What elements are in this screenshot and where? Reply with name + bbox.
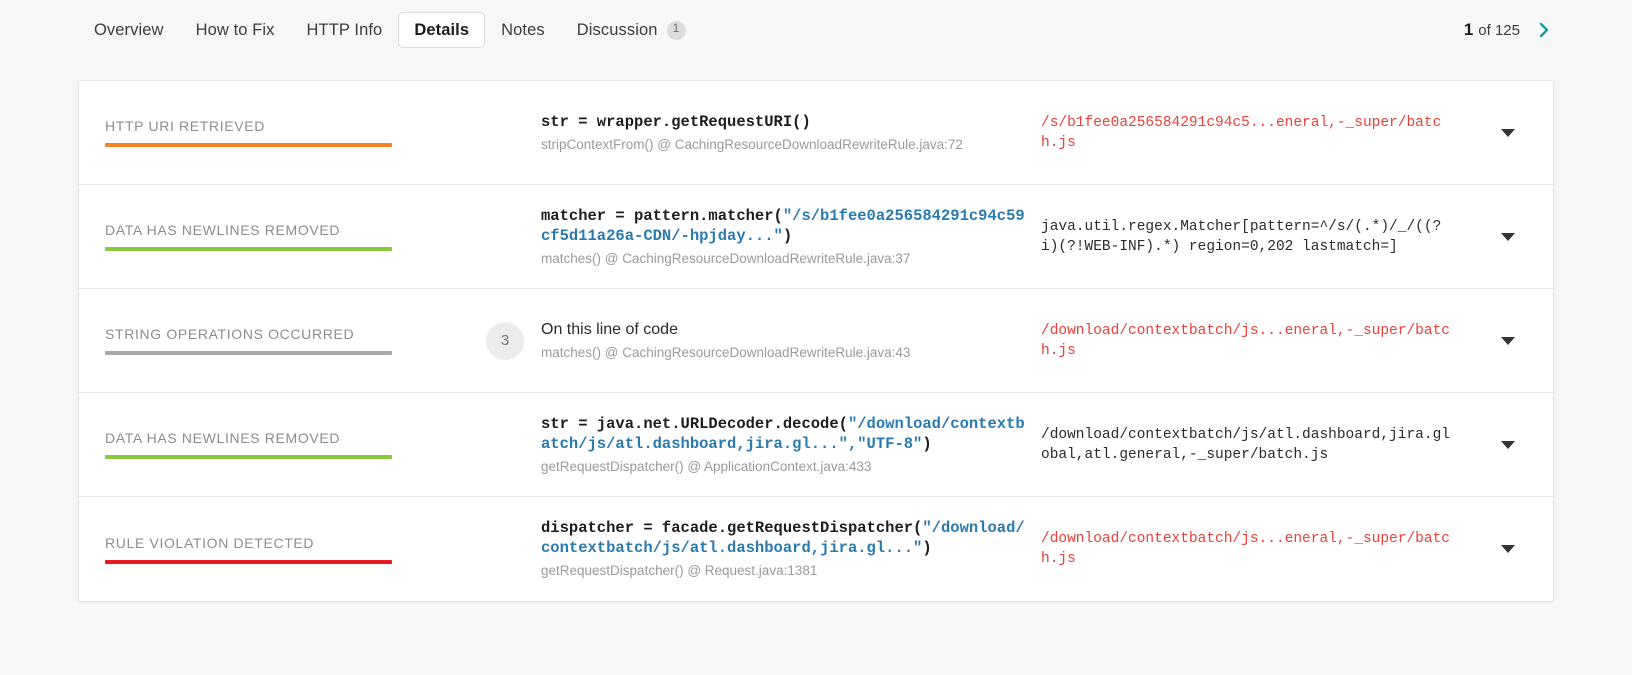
tab-label: Discussion xyxy=(576,21,658,39)
row-count-group xyxy=(469,411,541,478)
detail-row[interactable]: HTTP URI RETRIEVED str = wrapper.getReque… xyxy=(79,81,1553,185)
row-count-group: 3 xyxy=(469,307,541,374)
tab-details[interactable]: Details xyxy=(398,12,486,48)
tab-label: HTTP Info xyxy=(306,21,383,39)
detail-row[interactable]: DATA HAS NEWLINES REMOVED matcher = patte… xyxy=(79,185,1553,289)
chevron-down-icon[interactable] xyxy=(1463,411,1553,478)
row-count-badge: 3 xyxy=(486,321,524,360)
row-code-group: matcher = pattern.matcher("/s/b1fee0a256… xyxy=(541,203,1041,270)
row-code-location: matches() @ CachingResourceDownloadRewri… xyxy=(541,250,911,266)
tab-discussion[interactable]: Discussion 1 xyxy=(561,12,702,48)
row-code-line: str = java.net.URLDecoder.decode("/downl… xyxy=(541,414,1029,454)
tab-overview[interactable]: Overview xyxy=(78,12,180,48)
row-value-group: /download/contextbatch/js...eneral,-_sup… xyxy=(1041,515,1463,583)
pagination: 1 of 125 xyxy=(1464,0,1554,60)
row-code-line: matcher = pattern.matcher("/s/b1fee0a256… xyxy=(541,206,1029,246)
row-label-group: STRING OPERATIONS OCCURRED xyxy=(79,307,469,374)
detail-row[interactable]: DATA HAS NEWLINES REMOVED str = java.net.… xyxy=(79,393,1553,497)
code-suffix: ) xyxy=(782,226,793,245)
caret-glyph xyxy=(1501,128,1515,137)
row-label: STRING OPERATIONS OCCURRED xyxy=(105,326,355,342)
tab-list: Overview How to Fix HTTP Info Details Notes D… xyxy=(78,12,702,48)
tab-bar: Overview How to Fix HTTP Info Details Notes D… xyxy=(0,0,1632,60)
code-prefix: dispatcher = facade.getRequestDispatcher… xyxy=(541,519,923,537)
row-code-location: getRequestDispatcher() @ ApplicationCont… xyxy=(541,458,872,474)
tab-badge: 1 xyxy=(666,20,686,40)
row-value: /s/b1fee0a256584291c94c5...eneral,-_supe… xyxy=(1041,114,1442,151)
caret-glyph xyxy=(1501,440,1515,449)
row-code-location: stripContextFrom() @ CachingResourceDown… xyxy=(541,136,963,152)
row-value: java.util.regex.Matcher[pattern=^/s/(.*)… xyxy=(1041,218,1442,255)
row-label: DATA HAS NEWLINES REMOVED xyxy=(105,430,341,446)
row-label: RULE VIOLATION DETECTED xyxy=(105,534,315,551)
row-code-line: dispatcher = facade.getRequestDispatcher… xyxy=(541,518,1029,558)
caret-glyph xyxy=(1501,336,1515,345)
code-prefix: matcher = pattern.matcher( xyxy=(541,206,783,225)
detail-row[interactable]: STRING OPERATIONS OCCURRED 3 On this line … xyxy=(79,289,1553,393)
row-label-group: RULE VIOLATION DETECTED xyxy=(79,515,469,583)
row-label-group: DATA HAS NEWLINES REMOVED xyxy=(79,203,469,270)
row-value-group: /download/contextbatch/js/atl.dashboard,… xyxy=(1041,411,1463,478)
row-value: /download/contextbatch/js...eneral,-_sup… xyxy=(1041,322,1450,359)
row-code-location: matches() @ CachingResourceDownloadRewri… xyxy=(541,344,911,360)
detail-row[interactable]: RULE VIOLATION DETECTED dispatcher = faca… xyxy=(79,497,1553,601)
row-code-group: str = wrapper.getRequestURI() stripContex… xyxy=(541,99,1041,166)
chevron-down-icon[interactable] xyxy=(1463,307,1553,374)
row-severity-bar xyxy=(105,247,392,251)
code-prefix: str = java.net.URLDecoder.decode( xyxy=(541,414,848,433)
row-code-group: dispatcher = facade.getRequestDispatcher… xyxy=(541,515,1041,583)
details-card: HTTP URI RETRIEVED str = wrapper.getReque… xyxy=(78,80,1554,602)
caret-glyph xyxy=(1501,545,1515,553)
caret-glyph xyxy=(1501,232,1515,241)
row-code-group: On this line of code matches() @ CachingR… xyxy=(541,307,1041,374)
row-count-group xyxy=(469,515,541,583)
row-count-group xyxy=(469,99,541,166)
code-prefix: On this line of code xyxy=(541,320,678,338)
tab-http-info[interactable]: HTTP Info xyxy=(291,12,399,48)
row-code-location: getRequestDispatcher() @ Request.java:13… xyxy=(541,563,818,578)
pagination-total: of 125 xyxy=(1478,22,1520,39)
row-severity-bar xyxy=(105,351,392,355)
chevron-down-icon[interactable] xyxy=(1463,203,1553,270)
row-code-group: str = java.net.URLDecoder.decode("/downl… xyxy=(541,411,1041,478)
row-value: /download/contextbatch/js...eneral,-_sup… xyxy=(1041,531,1450,567)
pagination-current: 1 xyxy=(1463,20,1474,39)
row-count-group xyxy=(469,203,541,270)
chevron-right-icon[interactable] xyxy=(1534,20,1554,40)
tab-label: How to Fix xyxy=(195,21,275,39)
row-label: DATA HAS NEWLINES REMOVED xyxy=(105,222,341,238)
row-value: /download/contextbatch/js/atl.dashboard,… xyxy=(1041,426,1450,463)
row-label-group: HTTP URI RETRIEVED xyxy=(79,99,469,166)
row-severity-bar xyxy=(105,143,392,147)
row-value-group: java.util.regex.Matcher[pattern=^/s/(.*)… xyxy=(1041,203,1463,270)
tab-label: Overview xyxy=(94,21,164,39)
row-code-line: On this line of code xyxy=(541,320,1029,340)
tab-how-to-fix[interactable]: How to Fix xyxy=(180,12,291,48)
code-suffix: ) xyxy=(922,434,932,453)
tab-label: Details xyxy=(414,21,470,39)
row-severity-bar xyxy=(105,559,392,564)
row-code-line: str = wrapper.getRequestURI() xyxy=(541,112,1029,132)
chevron-down-icon[interactable] xyxy=(1463,515,1553,583)
row-value-group: /s/b1fee0a256584291c94c5...eneral,-_supe… xyxy=(1041,99,1463,166)
row-label: HTTP URI RETRIEVED xyxy=(105,118,266,134)
row-severity-bar xyxy=(105,455,392,459)
row-label-group: DATA HAS NEWLINES REMOVED xyxy=(79,411,469,478)
tab-notes[interactable]: Notes xyxy=(485,12,561,48)
code-prefix: str = wrapper.getRequestURI() xyxy=(541,112,811,131)
row-value-group: /download/contextbatch/js...eneral,-_sup… xyxy=(1041,307,1463,374)
tab-label: Notes xyxy=(501,21,545,39)
chevron-down-icon[interactable] xyxy=(1463,99,1553,166)
pagination-label: 1 of 125 xyxy=(1464,20,1520,40)
code-suffix: ) xyxy=(922,539,932,557)
